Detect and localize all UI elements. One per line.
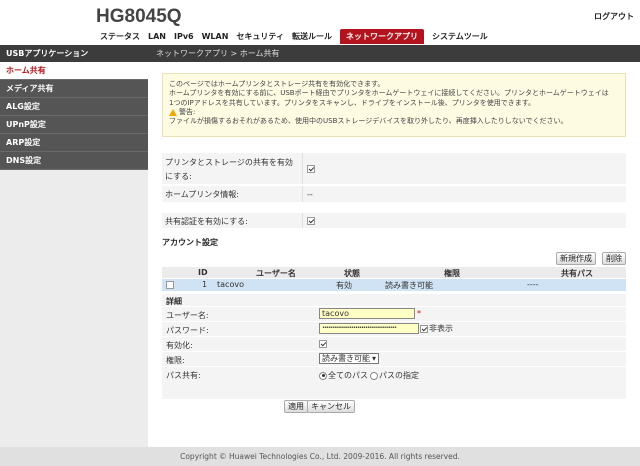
tab-system-tools[interactable]: システムツール bbox=[432, 31, 488, 43]
delete-account-button[interactable]: 削除 bbox=[602, 252, 626, 265]
row-checkbox[interactable] bbox=[166, 281, 174, 289]
tab-wlan[interactable]: WLAN bbox=[202, 31, 229, 43]
auth-label: 共有認証を有効にする: bbox=[162, 213, 303, 228]
sidebar-item-arp[interactable]: ARP設定 bbox=[0, 134, 148, 152]
printer-info-value: -- bbox=[307, 189, 313, 199]
required-mark: * bbox=[417, 309, 421, 318]
header: HG8045Q ログアウト ステータス LAN IPv6 WLAN セキュリティ… bbox=[0, 0, 640, 45]
auth-row: 共有認証を有効にする: bbox=[162, 213, 626, 229]
tab-lan[interactable]: LAN bbox=[148, 31, 166, 43]
col-status: 状態 bbox=[344, 269, 360, 278]
username-label: ユーザー名: bbox=[166, 311, 209, 320]
main-content: ネットワークアプリ > ホーム共有 このページではホームプリンタとストレージ共有… bbox=[148, 45, 640, 447]
enable-checkbox[interactable] bbox=[319, 340, 327, 348]
warning-line: 警告: bbox=[169, 108, 619, 117]
permission-row: 権限: 読み書き可能 ▾ bbox=[162, 351, 626, 366]
share-row: プリンタとストレージの共有を有効にする: bbox=[162, 153, 626, 185]
hide-password-label: 非表示 bbox=[429, 324, 453, 333]
top-nav: ステータス LAN IPv6 WLAN セキュリティ 転送ルール ネットワークア… bbox=[100, 29, 496, 46]
all-paths-label: 全てのパス bbox=[328, 371, 368, 380]
sidebar-item-alg[interactable]: ALG設定 bbox=[0, 98, 148, 116]
info-panel: このページではホームプリンタとストレージ共有を有効化できます。 ホームプリンタを… bbox=[162, 73, 626, 137]
detail-panel: 詳細 ユーザー名: tacovo * パスワード: ••••••••••••••… bbox=[162, 294, 626, 399]
specific-path-radio[interactable] bbox=[370, 371, 378, 380]
info-line: 1つのIPアドレスを共有しています。プリンタをスキャンし、ドライブをインストール… bbox=[169, 98, 535, 107]
info-line: ファイルが損傷するおそれがあるため、使用中のUSBストレージデバイスを取り外した… bbox=[169, 117, 568, 126]
permission-label: 権限: bbox=[166, 356, 185, 365]
sidebar-item-upnp[interactable]: UPnP設定 bbox=[0, 116, 148, 134]
info-line: ホームプリンタを有効にする前に、USBポート経由でプリンタをホームゲートウェイに… bbox=[169, 89, 609, 98]
row-permission: 読み書き可能 bbox=[385, 281, 433, 290]
row-username: tacovo bbox=[217, 280, 244, 289]
footer-copyright: Copyright © Huawei Technologies Co., Ltd… bbox=[0, 447, 640, 466]
tab-ipv6[interactable]: IPv6 bbox=[174, 31, 194, 43]
enable-row: 有効化: bbox=[162, 336, 626, 351]
enable-label: 有効化: bbox=[166, 341, 193, 350]
warning-label: 警告: bbox=[179, 107, 196, 116]
device-model: HG8045Q bbox=[96, 6, 182, 27]
row-share-path: ---- bbox=[527, 280, 539, 289]
new-account-button[interactable]: 新規作成 bbox=[556, 252, 596, 265]
printer-info-label: ホームプリンタ情報: bbox=[162, 186, 303, 202]
share-label: プリンタとストレージの共有を有効にする: bbox=[162, 153, 303, 184]
breadcrumb: ネットワークアプリ > ホーム共有 bbox=[148, 45, 640, 62]
share-checkbox[interactable] bbox=[307, 164, 315, 173]
sidebar: USBアプリケーション ホーム共有 メディア共有 ALG設定 UPnP設定 AR… bbox=[0, 45, 148, 447]
path-share-row: パス共有: 全てのパス パスの指定 bbox=[162, 366, 626, 381]
warning-icon bbox=[169, 109, 177, 117]
password-label: パスワード: bbox=[166, 326, 209, 335]
logout-link[interactable]: ログアウト bbox=[594, 11, 634, 22]
tab-network-apps[interactable]: ネットワークアプリ bbox=[339, 29, 424, 44]
printer-info-row: ホームプリンタ情報: -- bbox=[162, 186, 626, 203]
row-status: 有効 bbox=[336, 281, 352, 290]
cancel-button[interactable]: キャンセル bbox=[307, 400, 355, 413]
password-input[interactable]: •••••••••••••••••••••••••••••••••••••• bbox=[319, 323, 419, 334]
path-share-label: パス共有: bbox=[166, 371, 201, 380]
col-id: ID bbox=[198, 268, 208, 277]
tab-security[interactable]: セキュリティ bbox=[236, 31, 284, 43]
col-username: ユーザー名 bbox=[256, 269, 296, 278]
auth-value bbox=[303, 213, 319, 228]
tab-status[interactable]: ステータス bbox=[100, 31, 140, 43]
col-share-path: 共有パス bbox=[561, 269, 593, 278]
chevron-down-icon: ▾ bbox=[371, 354, 376, 363]
permission-selected: 読み書き可能 bbox=[322, 354, 370, 363]
hide-password-checkbox[interactable] bbox=[420, 324, 428, 333]
account-table-header: ID ユーザー名 状態 権限 共有パス bbox=[162, 267, 626, 278]
tab-forward-rules[interactable]: 転送ルール bbox=[292, 31, 332, 43]
username-row: ユーザー名: tacovo * bbox=[162, 306, 626, 321]
password-row: パスワード: •••••••••••••••••••••••••••••••••… bbox=[162, 321, 626, 336]
auth-checkbox[interactable] bbox=[307, 216, 315, 225]
username-input[interactable]: tacovo bbox=[319, 308, 415, 319]
sidebar-item-media-share[interactable]: メディア共有 bbox=[0, 80, 148, 98]
table-row[interactable]: 1 tacovo 有効 読み書き可能 ---- bbox=[162, 279, 626, 291]
row-id: 1 bbox=[202, 280, 208, 289]
sidebar-item-home-share[interactable]: ホーム共有 bbox=[0, 62, 148, 80]
share-value bbox=[303, 153, 319, 184]
sidebar-heading[interactable]: USBアプリケーション bbox=[0, 45, 148, 62]
info-line: このページではホームプリンタとストレージ共有を有効化できます。 bbox=[169, 80, 385, 88]
sidebar-item-dns[interactable]: DNS設定 bbox=[0, 152, 148, 170]
col-permission: 権限 bbox=[444, 269, 460, 278]
specific-path-label: パスの指定 bbox=[379, 371, 419, 380]
all-paths-radio[interactable] bbox=[319, 371, 327, 380]
apply-button[interactable]: 適用 bbox=[284, 400, 308, 413]
permission-select[interactable]: 読み書き可能 ▾ bbox=[319, 353, 379, 364]
account-settings-title: アカウント設定 bbox=[162, 238, 218, 247]
